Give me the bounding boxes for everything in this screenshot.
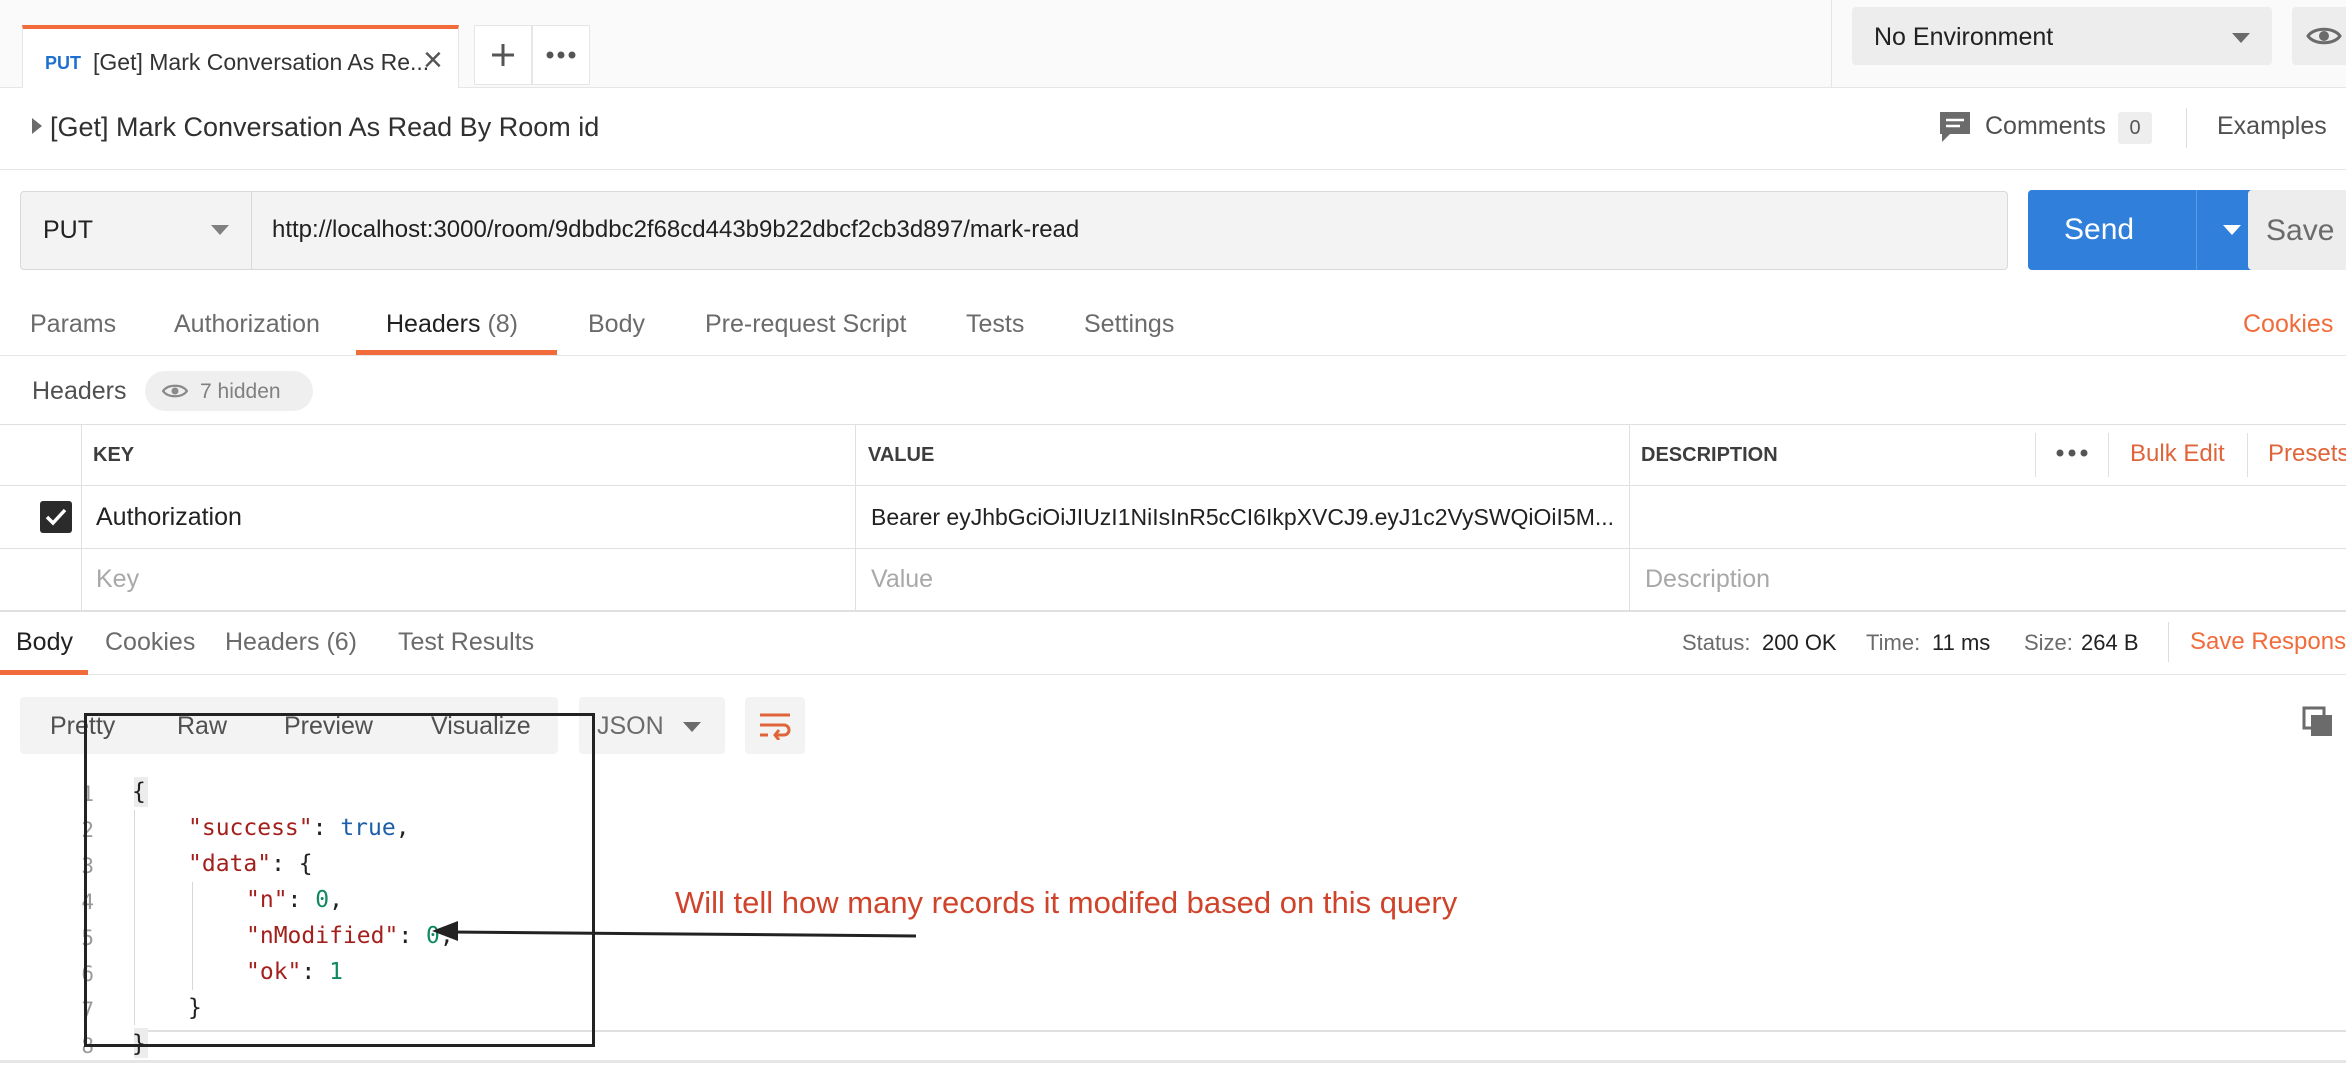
format-label: JSON [597, 712, 664, 740]
plus-icon [492, 44, 514, 66]
new-tab-button[interactable] [474, 25, 532, 85]
tab-options-button[interactable] [532, 25, 590, 85]
column-divider [81, 425, 82, 611]
save-button[interactable]: Save [2248, 190, 2346, 270]
copy-icon[interactable] [2302, 706, 2334, 738]
caret-right-icon[interactable] [32, 118, 42, 134]
more-icon[interactable] [2056, 449, 2088, 457]
hidden-headers-toggle[interactable]: 7 hidden [145, 371, 313, 411]
size-value[interactable]: 264 B [2081, 630, 2139, 656]
divider [2196, 190, 2197, 270]
comments-link[interactable]: Comments [1985, 112, 2106, 141]
request-tabs: Params Authorization Headers (8) Body Pr… [0, 290, 2346, 356]
column-header-description: DESCRIPTION [1641, 444, 1778, 466]
tab-pre-request-script[interactable]: Pre-request Script [705, 310, 906, 339]
response-tabs: Body Cookies Headers (6) Test Results St… [0, 611, 2346, 675]
size-label: Size: [2024, 630, 2073, 655]
headers-section-title: Headers [32, 377, 127, 405]
annotation-text: Will tell how many records it modifed ba… [675, 885, 1458, 920]
method-label: PUT [43, 216, 93, 244]
column-header-key: KEY [93, 444, 135, 466]
save-response-button[interactable]: Save Respons [2190, 628, 2346, 656]
annotation-arrow [432, 921, 917, 941]
tab-headers[interactable]: Headers (8) [386, 310, 518, 339]
divider [2168, 622, 2169, 662]
column-divider [2247, 433, 2248, 477]
scrollbar-track[interactable] [0, 1060, 2346, 1063]
tab-headers-count: (8) [487, 310, 519, 338]
chevron-down-icon [2232, 33, 2250, 43]
tab-settings[interactable]: Settings [1084, 310, 1174, 339]
new-value-input[interactable]: Value [871, 565, 933, 594]
checkbox-icon[interactable] [40, 501, 72, 533]
header-key-cell[interactable]: Authorization [96, 503, 242, 532]
checkmark-icon [45, 508, 67, 526]
response-tab-headers[interactable]: Headers (6) [225, 628, 357, 657]
chevron-down-icon [211, 225, 229, 235]
new-description-input[interactable]: Description [1645, 565, 1770, 594]
environment-label: No Environment [1874, 23, 2054, 51]
examples-link[interactable]: Examples [2217, 112, 2327, 141]
tab-params[interactable]: Params [30, 310, 116, 339]
status-value[interactable]: 200 OK [1762, 630, 1837, 656]
hidden-headers-label: 7 hidden [200, 380, 281, 403]
column-header-value: VALUE [868, 444, 935, 466]
column-divider [2108, 433, 2109, 477]
tab-method-badge: PUT [45, 53, 81, 73]
send-button[interactable]: Send [2028, 190, 2272, 270]
new-key-input[interactable]: Key [96, 565, 139, 594]
column-divider [1629, 425, 1630, 611]
wrap-lines-button[interactable] [745, 697, 805, 754]
comments-icon [1940, 112, 1970, 142]
send-label: Send [2064, 213, 2135, 246]
save-label: Save [2266, 214, 2335, 247]
tab-body[interactable]: Body [588, 310, 645, 339]
tab-headers-label: Headers [386, 310, 481, 338]
bulk-edit-link[interactable]: Bulk Edit [2130, 440, 2225, 468]
tab-title: [Get] Mark Conversation As Re... [93, 49, 430, 75]
chevron-down-icon[interactable] [2223, 225, 2241, 235]
close-icon[interactable]: × [423, 43, 443, 77]
environment-quick-look-button[interactable] [2292, 7, 2346, 65]
response-tab-cookies[interactable]: Cookies [105, 628, 195, 657]
eye-icon [162, 384, 188, 398]
column-divider [2035, 433, 2036, 477]
divider [2186, 108, 2187, 148]
url-input[interactable]: http://localhost:3000/room/9dbdbc2f68cd4… [251, 191, 2008, 270]
headers-table: KEY VALUE DESCRIPTION Bulk Edit Presets … [0, 424, 2346, 611]
eye-icon [2306, 27, 2342, 45]
status-label: Status: [1682, 630, 1751, 655]
request-header-row: [Get] Mark Conversation As Read By Room … [0, 88, 2346, 170]
time-label: Time: [1866, 630, 1921, 655]
environment-select[interactable]: No Environment [1852, 7, 2272, 65]
tab-authorization[interactable]: Authorization [174, 310, 320, 339]
cookies-link[interactable]: Cookies [2243, 310, 2333, 339]
format-select[interactable]: JSON [579, 697, 725, 754]
request-tab[interactable]: PUT [Get] Mark Conversation As Re... × [22, 25, 459, 88]
time-value[interactable]: 11 ms [1932, 630, 1990, 656]
response-tab-test-results[interactable]: Test Results [398, 628, 534, 657]
comments-count-badge: 0 [2118, 112, 2152, 144]
tab-bar: PUT [Get] Mark Conversation As Re... × N… [0, 0, 2346, 88]
active-tab-indicator [356, 350, 557, 355]
presets-link[interactable]: Presets [2268, 440, 2346, 468]
divider [1831, 0, 1832, 88]
tab-tests[interactable]: Tests [966, 310, 1024, 339]
response-tab-body[interactable]: Body [16, 628, 73, 657]
annotation-box [84, 713, 595, 1047]
method-select[interactable]: PUT [20, 191, 252, 270]
request-name[interactable]: [Get] Mark Conversation As Read By Room … [50, 112, 599, 143]
column-divider [855, 425, 856, 611]
url-text: http://localhost:3000/room/9dbdbc2f68cd4… [272, 216, 1080, 243]
chevron-down-icon [683, 722, 701, 732]
header-value-cell[interactable]: Bearer eyJhbGciOiJIUzI1NiIsInR5cCI6IkpXV… [871, 504, 1614, 531]
more-icon [546, 51, 576, 59]
row-divider [0, 485, 2346, 486]
active-tab-indicator [0, 670, 88, 675]
wrap-icon [760, 713, 791, 740]
row-divider [0, 548, 2346, 549]
